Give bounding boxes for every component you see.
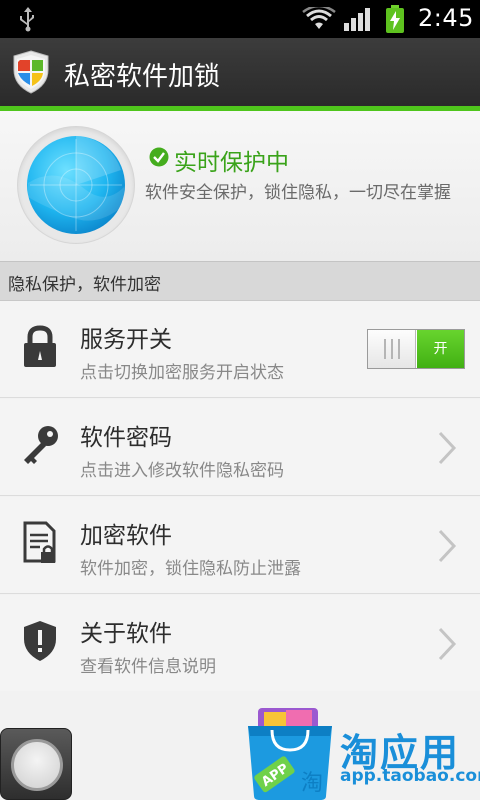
page-title: 私密软件加锁 — [64, 62, 221, 92]
lock-icon — [24, 325, 56, 367]
check-circle-icon — [149, 147, 169, 167]
chevron-right-icon — [438, 431, 457, 465]
key-icon — [24, 426, 58, 464]
shield-alert-icon — [24, 621, 56, 661]
service-toggle[interactable]: 开 — [367, 329, 465, 369]
encrypt-apps-title: 加密软件 — [80, 523, 172, 549]
encrypt-apps-subtitle: 软件加密，锁住隐私防止泄露 — [80, 559, 301, 579]
about-software-subtitle: 查看软件信息说明 — [80, 657, 216, 677]
software-password-title: 软件密码 — [80, 425, 172, 451]
about-software-title: 关于软件 — [80, 621, 172, 647]
taobao-bag-logo-icon: APP 淘 — [248, 708, 332, 800]
wifi-icon — [302, 7, 336, 29]
service-switch-title: 服务开关 — [80, 327, 172, 353]
section-header-label: 隐私保护，软件加密 — [8, 275, 161, 295]
clock: 2:45 — [418, 4, 474, 32]
about-software-row[interactable] — [0, 595, 480, 692]
encrypt-apps-row[interactable] — [0, 497, 480, 594]
toggle-on-label: 开 — [417, 330, 464, 368]
service-switch-subtitle: 点击切换加密服务开启状态 — [80, 363, 284, 383]
protection-status-title: 实时保护中 — [174, 150, 289, 176]
chevron-right-icon — [438, 529, 457, 563]
bag-char: 淘 — [301, 771, 323, 796]
home-circle-icon — [11, 739, 63, 791]
watermark-url: app.taobao.com — [340, 766, 480, 786]
radar-icon — [27, 136, 125, 234]
software-password-row[interactable] — [0, 399, 480, 496]
app-shield-logo-icon — [13, 50, 49, 94]
radar-frame — [18, 127, 134, 243]
status-bar: 2:45 — [0, 0, 480, 38]
battery-charging-icon — [386, 5, 404, 33]
protection-status-description: 软件安全保护，锁住隐私，一切尽在掌握 — [145, 183, 451, 203]
document-lock-icon — [23, 521, 56, 563]
usb-icon — [20, 7, 34, 32]
software-password-subtitle: 点击进入修改软件隐私密码 — [80, 461, 284, 481]
floating-home-button[interactable] — [0, 728, 72, 800]
chevron-right-icon — [438, 627, 457, 661]
toggle-knob[interactable] — [368, 330, 416, 368]
signal-icon — [344, 8, 370, 31]
